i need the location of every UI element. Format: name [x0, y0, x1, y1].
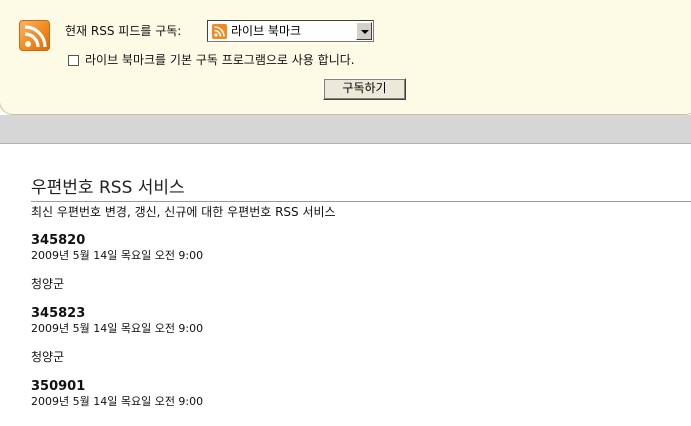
- dropdown-arrow-icon[interactable]: [356, 22, 372, 40]
- title-divider: [31, 201, 691, 202]
- feed-reader-select[interactable]: 라이브 북마크: [207, 20, 374, 42]
- entry-title[interactable]: 345820: [31, 233, 85, 249]
- rss-feed-icon: [19, 20, 50, 51]
- entry-title[interactable]: 350901: [31, 379, 85, 395]
- entry-body: 청양군: [31, 350, 65, 364]
- feed-subtitle: 최신 우편번호 변경, 갱신, 신규에 대한 우편번호 RSS 서비스: [31, 205, 336, 219]
- default-reader-checkbox[interactable]: [68, 55, 79, 66]
- entry-title[interactable]: 345823: [31, 306, 85, 322]
- entry-date: 2009년 5월 14일 목요일 오전 9:00: [31, 249, 204, 262]
- default-reader-label: 라이브 북마크를 기본 구독 프로그램으로 사용 합니다.: [85, 53, 355, 67]
- feed-content: 우편번호 RSS 서비스 최신 우편번호 변경, 갱신, 신규에 대한 우편번호…: [0, 143, 691, 426]
- entry-date: 2009년 5월 14일 목요일 오전 9:00: [31, 322, 204, 335]
- entry-date: 2009년 5월 14일 목요일 오전 9:00: [31, 395, 204, 408]
- entry-body: 청양군: [31, 277, 65, 291]
- feed-title: 우편번호 RSS 서비스: [31, 178, 185, 198]
- divider-band: [0, 115, 691, 144]
- rss-small-icon: [212, 24, 227, 39]
- subscribe-button[interactable]: 구독하기: [323, 78, 406, 100]
- subscribe-label: 현재 RSS 피드를 구독:: [65, 24, 182, 38]
- feed-reader-select-value: 라이브 북마크: [231, 24, 302, 38]
